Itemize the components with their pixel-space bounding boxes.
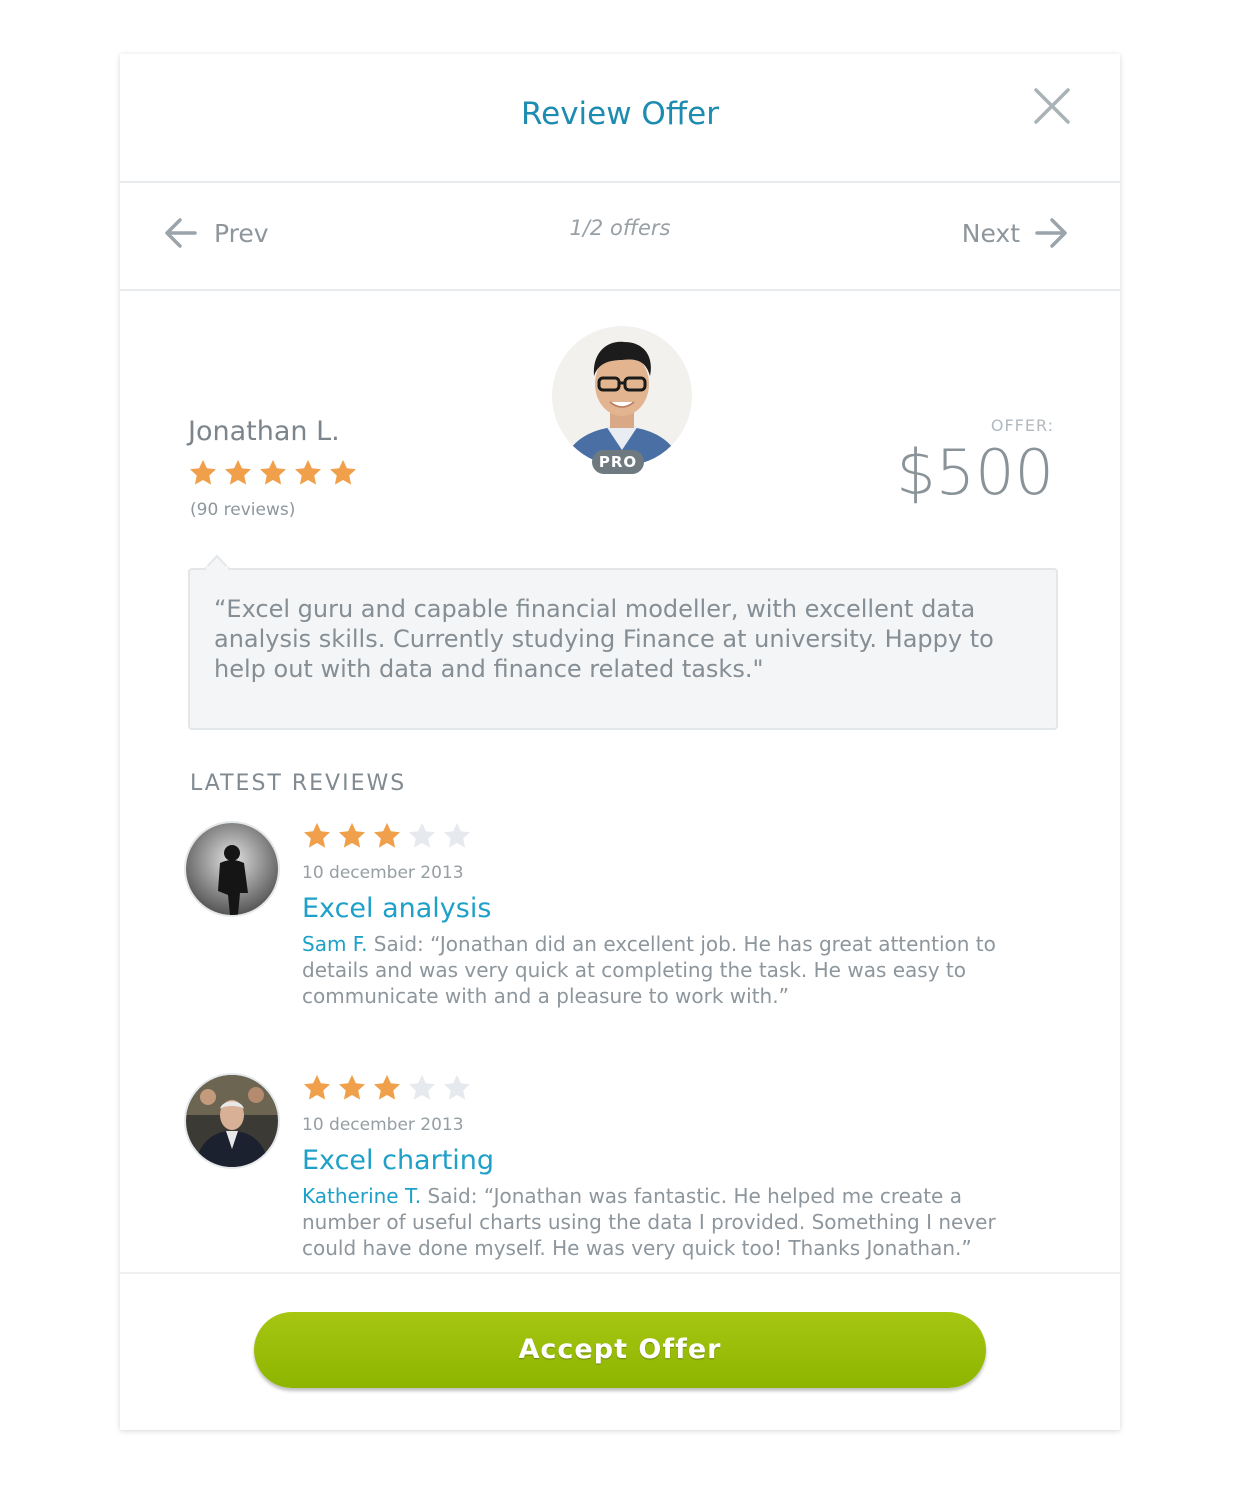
review-date: 10 december 2013 [302,863,464,883]
bio-box: “Excel guru and capable financial modell… [188,568,1058,730]
accept-offer-button[interactable]: Accept Offer [254,1312,986,1388]
offer-navigation: Prev 1/2 offers Next [120,183,1120,291]
star-icon [304,1074,330,1100]
star-icon [225,459,251,485]
reviewer-name-link[interactable]: Sam F. [302,932,367,956]
reviewer-avatar [184,1073,280,1169]
star-icon [374,1074,400,1100]
reviewer-avatar [184,821,280,917]
pro-badge: PRO [592,450,644,474]
star-icon [444,822,470,848]
offer-price: $500 [896,436,1054,509]
reviewer-name-link[interactable]: Katherine T. [302,1184,421,1208]
star-icon [304,822,330,848]
star-icon [339,1074,365,1100]
star-icon [330,459,356,485]
close-icon[interactable] [1032,86,1072,126]
reviews-count: (90 reviews) [190,500,296,520]
star-icon [260,459,286,485]
next-button[interactable]: Next [962,216,1068,250]
star-icon [374,822,400,848]
star-icon [444,1074,470,1100]
freelancer-rating [188,458,363,488]
next-label: Next [961,218,1020,248]
review-rating [302,821,477,851]
star-icon [409,1074,435,1100]
bio-arrow-cover [206,566,228,572]
arrow-right-icon [1035,218,1067,248]
star-icon [339,822,365,848]
star-icon [190,459,216,485]
review-body: Katherine T. Said: “Jonathan was fantast… [302,1183,1022,1261]
review-body: Sam F. Said: “Jonathan did an excellent … [302,931,1022,1009]
modal-title: Review Offer [520,96,720,132]
review-rating [302,1073,477,1103]
offer-label: OFFER: [990,416,1054,435]
star-icon [409,822,435,848]
latest-reviews-heading: LATEST REVIEWS [190,771,407,796]
profile-avatar [552,326,692,466]
modal-footer: Accept Offer [120,1272,1120,1430]
review-date: 10 december 2013 [302,1115,464,1135]
review-title-link[interactable]: Excel analysis [302,893,491,924]
review-title-link[interactable]: Excel charting [302,1145,494,1176]
star-icon [295,459,321,485]
review-offer-modal: Review Offer Prev 1/2 offers Next PRO Jo… [120,54,1120,1430]
review-text: Said: “Jonathan did an excellent job. He… [302,932,996,1008]
freelancer-name: Jonathan L. [188,416,340,447]
bio-text: “Excel guru and capable financial modell… [214,595,994,683]
modal-header: Review Offer [120,54,1120,183]
